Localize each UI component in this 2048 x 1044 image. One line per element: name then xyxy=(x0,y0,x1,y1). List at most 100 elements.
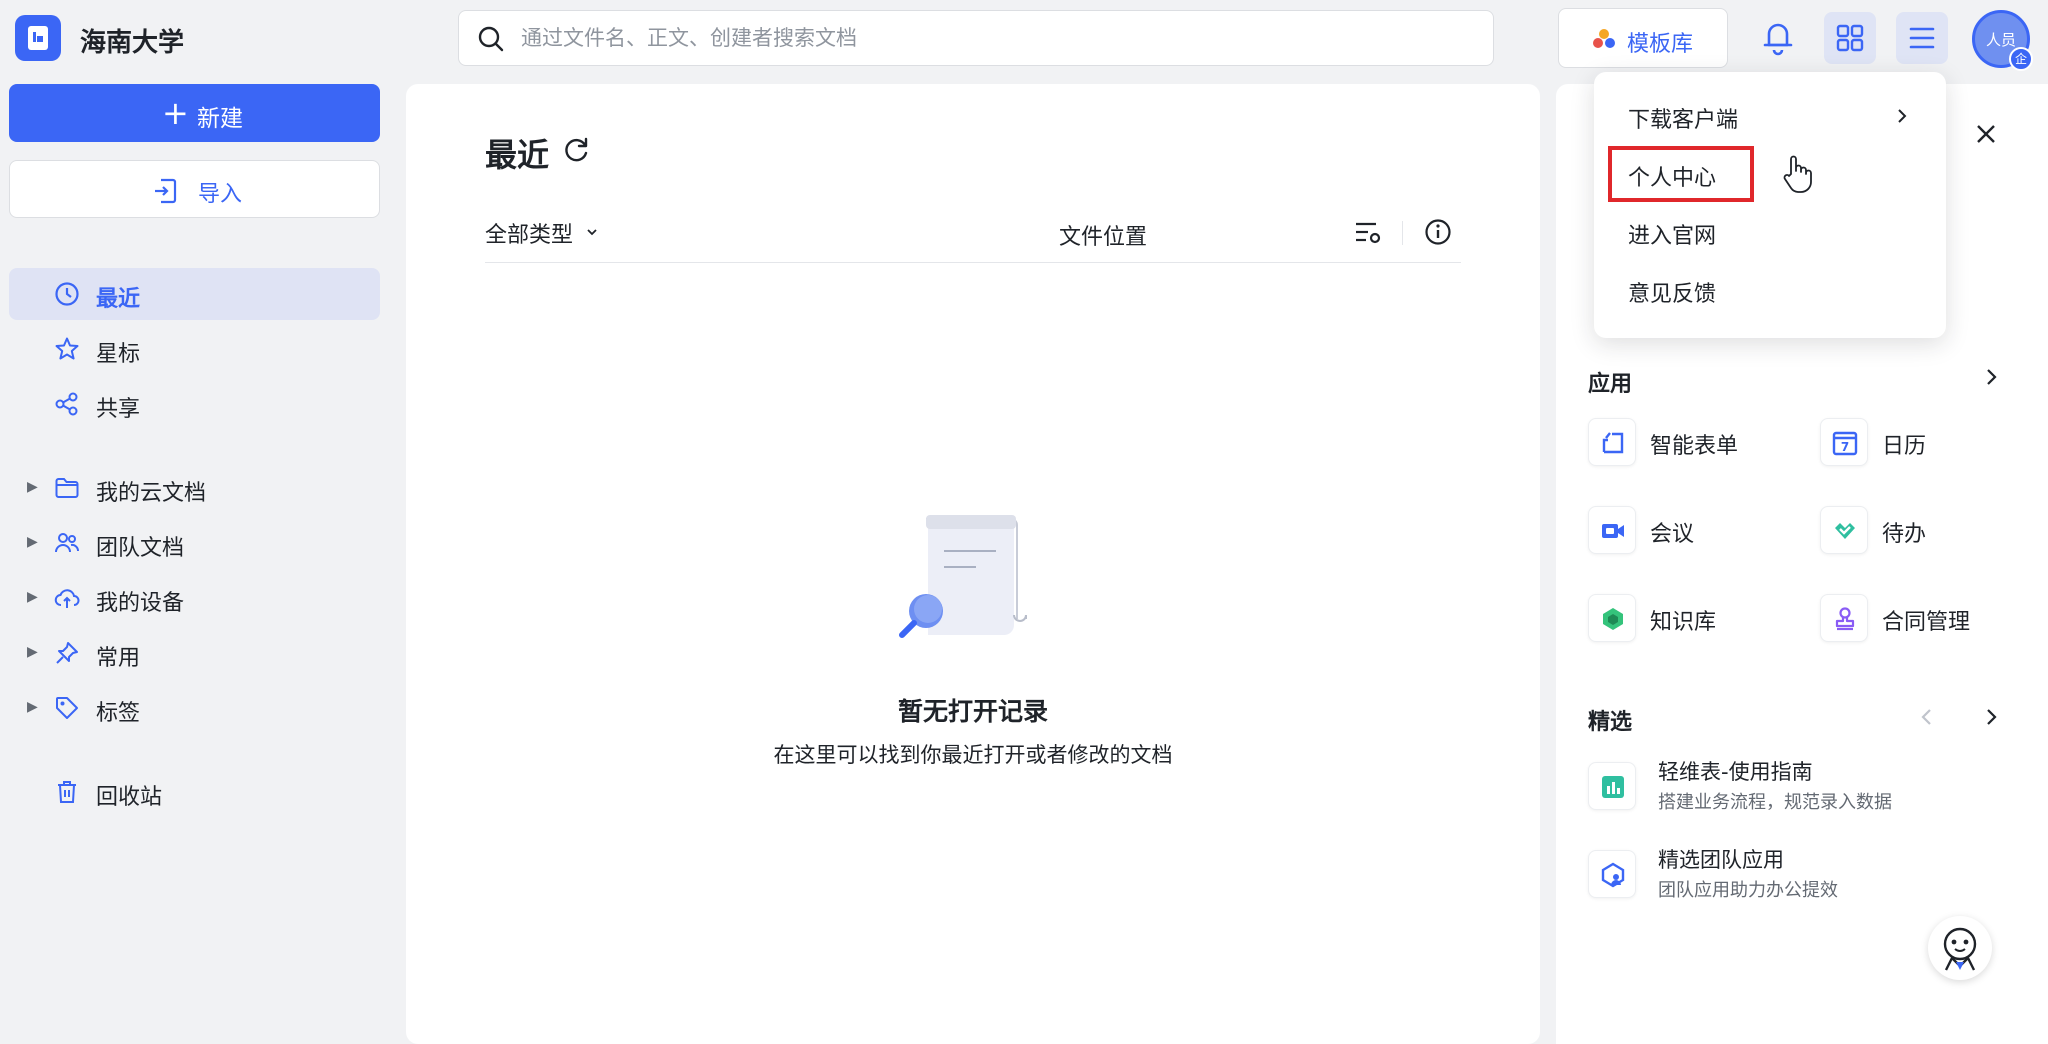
featured-item-subtitle: 团队应用助力办公提效 xyxy=(1658,880,1838,901)
sidebar-item-starred[interactable]: 星标 xyxy=(9,323,380,375)
app-knowledge-base[interactable]: 知识库 xyxy=(1588,594,1808,650)
folder-icon xyxy=(55,478,79,498)
featured-item-title: 精选团队应用 xyxy=(1658,848,1784,872)
sidebar-item-team-docs[interactable]: ▶ 团队文档 xyxy=(9,517,380,569)
apps-grid-button[interactable] xyxy=(1824,12,1876,64)
app-smart-form[interactable]: 智能表单 xyxy=(1588,418,1808,474)
star-icon xyxy=(55,337,79,360)
close-icon[interactable] xyxy=(1974,122,1998,146)
sidebar-item-recent[interactable]: 最近 xyxy=(9,268,380,320)
import-button-label: 导入 xyxy=(198,182,243,207)
page-title: 最近 xyxy=(485,136,550,174)
knowledge-base-icon xyxy=(1603,608,1623,630)
search-input[interactable] xyxy=(521,19,1471,57)
assistant-button[interactable] xyxy=(1928,916,1992,980)
user-dropdown-menu: 下载客户端 个人中心 进入官网 意见反馈 xyxy=(1594,72,1946,338)
app-label: 知识库 xyxy=(1650,610,1717,635)
clock-icon xyxy=(55,282,79,306)
sidebar-item-label: 最近 xyxy=(96,287,141,312)
menu-item-official-site[interactable]: 进入官网 xyxy=(1594,206,1946,258)
pin-icon xyxy=(56,642,78,664)
chevron-down-icon xyxy=(587,229,597,236)
sidebar: + 新建 导入 最近 星标 共享 ▶ 我的云文档 ▶ 团队文档 ▶ 我的设备 ▶ xyxy=(0,76,390,1027)
app-todo[interactable]: 待办 xyxy=(1820,506,2040,562)
app-logo-icon[interactable] xyxy=(15,15,61,61)
calendar-day: 7 xyxy=(1841,440,1849,454)
chevron-right-icon xyxy=(1898,109,1907,123)
avatar[interactable]: 人员 企 xyxy=(1972,10,2033,71)
sidebar-item-my-devices[interactable]: ▶ 我的设备 xyxy=(9,572,380,624)
menu-item-label: 意见反馈 xyxy=(1628,282,1717,307)
template-library-button[interactable]: 模板库 xyxy=(1558,8,1728,68)
table-chart-icon xyxy=(1602,776,1624,798)
plus-icon: + xyxy=(162,94,189,132)
search-bar[interactable] xyxy=(458,10,1494,66)
top-bar: 海南大学 模板库 xyxy=(0,0,2048,76)
smart-form-icon xyxy=(1602,432,1624,454)
chevron-right-icon[interactable] xyxy=(1983,366,2001,388)
chevron-left-icon[interactable] xyxy=(1918,706,1936,728)
sidebar-item-frequent[interactable]: ▶ 常用 xyxy=(9,627,380,679)
app-contract-management[interactable]: 合同管理 xyxy=(1820,594,2040,650)
expand-caret-icon[interactable]: ▶ xyxy=(27,699,38,715)
chevron-right-icon[interactable] xyxy=(1983,706,2001,728)
search-icon xyxy=(478,26,504,52)
featured-item[interactable]: 精选团队应用 团队应用助力办公提效 xyxy=(1588,842,2008,914)
file-type-filter-label: 全部类型 xyxy=(485,223,574,248)
refresh-icon[interactable] xyxy=(563,136,591,164)
app-label: 合同管理 xyxy=(1882,610,1971,635)
toolbar-divider xyxy=(1402,221,1403,245)
grid-icon xyxy=(1836,24,1864,52)
meeting-icon xyxy=(1602,524,1624,538)
import-button[interactable]: 导入 xyxy=(9,160,380,218)
sidebar-item-shared[interactable]: 共享 xyxy=(9,378,380,430)
app-label: 会议 xyxy=(1650,522,1695,547)
tag-icon xyxy=(56,697,78,719)
sidebar-item-label: 常用 xyxy=(96,646,141,671)
contract-stamp-icon xyxy=(1835,607,1855,631)
share-icon xyxy=(55,392,78,416)
featured-item[interactable]: 轻维表-使用指南 搭建业务流程，规范录入数据 xyxy=(1588,754,2008,826)
info-icon[interactable] xyxy=(1424,218,1452,246)
new-button[interactable]: + 新建 xyxy=(9,84,380,142)
apps-section-title: 应用 xyxy=(1588,372,1633,397)
empty-state-subtitle: 在这里可以找到你最近打开或者修改的文档 xyxy=(773,743,1173,767)
template-library-label: 模板库 xyxy=(1627,32,1694,57)
menu-item-feedback[interactable]: 意见反馈 xyxy=(1594,264,1946,316)
cloud-upload-icon xyxy=(54,589,80,608)
sidebar-item-label: 我的设备 xyxy=(96,591,185,616)
assistant-mascot-icon xyxy=(1943,927,1977,971)
todo-icon xyxy=(1835,523,1855,539)
bell-icon[interactable] xyxy=(1760,18,1796,56)
app-meeting[interactable]: 会议 xyxy=(1588,506,1808,562)
hand-pointer-icon xyxy=(1783,155,1812,193)
expand-caret-icon[interactable]: ▶ xyxy=(27,479,38,495)
sort-settings-icon[interactable] xyxy=(1354,220,1382,246)
expand-caret-icon[interactable]: ▶ xyxy=(27,644,38,660)
team-icon xyxy=(55,533,80,553)
org-name: 海南大学 xyxy=(80,28,185,58)
file-type-filter[interactable]: 全部类型 xyxy=(485,217,597,249)
featured-item-subtitle: 搭建业务流程，规范录入数据 xyxy=(1658,792,1892,813)
sidebar-item-tags[interactable]: ▶ 标签 xyxy=(9,682,380,734)
expand-caret-icon[interactable]: ▶ xyxy=(27,534,38,550)
file-location-filter[interactable]: 文件位置 xyxy=(1059,219,1147,251)
main-content: 最近 全部类型 文件位置 暂无打开记录 在这里可以找到你最近打开或者修改的文档 xyxy=(406,84,1540,1044)
team-app-icon xyxy=(1601,862,1625,888)
menu-item-label: 进入官网 xyxy=(1628,224,1717,249)
featured-section-title: 精选 xyxy=(1588,710,1633,735)
app-calendar[interactable]: 7 日历 xyxy=(1820,418,2040,474)
empty-state-title: 暂无打开记录 xyxy=(897,697,1048,726)
more-menu-button[interactable] xyxy=(1896,12,1948,64)
menu-item-download-client[interactable]: 下载客户端 xyxy=(1594,90,1946,142)
sidebar-item-trash[interactable]: 回收站 xyxy=(9,766,380,818)
app-label: 日历 xyxy=(1882,434,1927,459)
sidebar-item-label: 回收站 xyxy=(96,785,163,810)
calendar-icon: 7 xyxy=(1832,431,1858,456)
expand-caret-icon[interactable]: ▶ xyxy=(27,589,38,605)
featured-item-title: 轻维表-使用指南 xyxy=(1658,760,1813,784)
sidebar-item-my-cloud-docs[interactable]: ▶ 我的云文档 xyxy=(9,462,380,514)
import-icon xyxy=(155,178,177,204)
highlight-box xyxy=(1608,146,1754,202)
new-button-label: 新建 xyxy=(197,106,243,132)
